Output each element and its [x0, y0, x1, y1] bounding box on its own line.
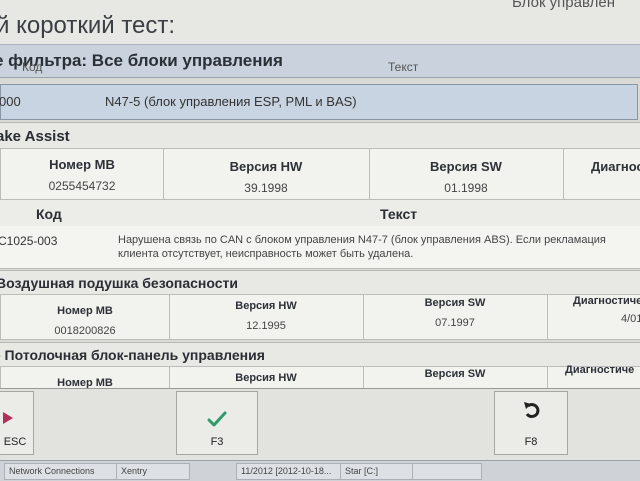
header-diagnostic: Диагностиче: [565, 364, 635, 376]
selected-control-unit-row[interactable]: 000 N47-5 (блок управления ESP, PML и BA…: [0, 84, 638, 120]
fault-header-code: Код: [36, 206, 62, 222]
column-header-text: Текст: [388, 60, 419, 74]
f8-label: F8: [524, 436, 538, 448]
header-sw-version: Версия SW: [430, 159, 502, 174]
title-bar: й короткий тест: Блок управлен: [0, 0, 640, 44]
fault-row[interactable]: C1025-003 Нарушена связь по CAN с блоком…: [0, 226, 640, 269]
value-sw-version: 07.1997: [435, 317, 475, 329]
value-diagnostic: 4/01: [621, 313, 640, 325]
filter-label: е фильтра: Все блоки управления: [0, 51, 283, 70]
fault-text: Нарушена связь по CAN с блоком управлени…: [118, 234, 606, 260]
header-sw-version: Версия SW: [424, 297, 486, 309]
row-code: 000: [0, 94, 21, 109]
section-airbag[interactable]: Воздушная подушка безопасности: [0, 270, 640, 296]
section-brake-assist[interactable]: ake Assist: [0, 122, 640, 150]
header-mb-number: Номер MB: [49, 157, 115, 172]
f3-label: F3: [210, 436, 224, 448]
esc-label: ESC: [3, 436, 27, 448]
function-key-bar: ESC F3 F8: [0, 388, 640, 461]
section-title: - Потолочная блок-панель управления: [0, 347, 265, 363]
brake-assist-info-grid: Номер MB 0255454732 Версия HW 39.1998 Ве…: [0, 148, 640, 200]
page-title: й короткий тест:: [0, 12, 176, 39]
f8-button[interactable]: F8: [494, 391, 568, 455]
esc-button[interactable]: ESC: [0, 391, 34, 455]
column-header-code: Код: [22, 60, 43, 74]
cell-hw-version: Версия HW 12.1995: [169, 295, 364, 339]
taskbar-item[interactable]: [412, 463, 482, 480]
header-hw-version: Версия HW: [235, 300, 297, 312]
header-mb-number: Номер MB: [57, 305, 113, 317]
taskbar-item[interactable]: 11/2012 [2012-10-18...: [236, 463, 346, 480]
header-diagnostic: Диагност: [591, 159, 640, 174]
exit-icon: [3, 412, 13, 424]
undo-arrow-icon: [524, 402, 540, 419]
cell-diagnostic: Диагност: [563, 149, 640, 199]
section-title: ake Assist: [0, 128, 70, 145]
cell-diagnostic: Диагностиче 4/01: [547, 295, 640, 339]
cell-mb-number: Номер MB 0255454732: [1, 149, 164, 199]
cell-mb-number: Номер MB 0018200826: [1, 295, 170, 339]
section-ceiling-panel[interactable]: - Потолочная блок-панель управления: [0, 342, 640, 368]
value-hw-version: 12.1995: [246, 320, 286, 332]
checkmark-icon: [207, 411, 227, 427]
value-mb-number: 0255454732: [48, 179, 116, 193]
value-hw-version: 39.1998: [244, 181, 288, 195]
row-text: N47-5 (блок управления ESP, PML и BAS): [105, 94, 357, 109]
cell-sw-version: Версия SW 01.1998: [369, 149, 564, 199]
airbag-info-grid: Номер MB 0018200826 Версия HW 12.1995 Ве…: [0, 294, 640, 340]
header-right-text: Блок управлен: [512, 0, 615, 11]
taskbar-item[interactable]: Xentry: [116, 463, 190, 480]
section-title: Воздушная подушка безопасности: [0, 275, 238, 291]
header-diagnostic: Диагностиче: [573, 295, 640, 307]
header-hw-version: Версия HW: [235, 372, 297, 384]
fault-header-text: Текст: [380, 206, 418, 222]
cell-sw-version: Версия SW 07.1997: [363, 295, 548, 339]
cell-hw-version: Версия HW 39.1998: [163, 149, 370, 199]
fault-table-header: Код Текст: [0, 200, 640, 227]
header-sw-version: Версия SW: [424, 368, 486, 380]
fault-code: C1025-003: [0, 234, 58, 248]
taskbar: Network Connections Xentry 11/2012 [2012…: [0, 460, 640, 481]
taskbar-item[interactable]: Network Connections: [4, 463, 118, 480]
taskbar-item[interactable]: Star [C:]: [340, 463, 414, 480]
value-sw-version: 01.1998: [444, 181, 488, 195]
f3-button[interactable]: F3: [176, 391, 258, 455]
header-hw-version: Версия HW: [229, 159, 303, 174]
value-mb-number: 0018200826: [54, 325, 116, 337]
filter-bar: е фильтра: Все блоки управления: [0, 44, 640, 78]
